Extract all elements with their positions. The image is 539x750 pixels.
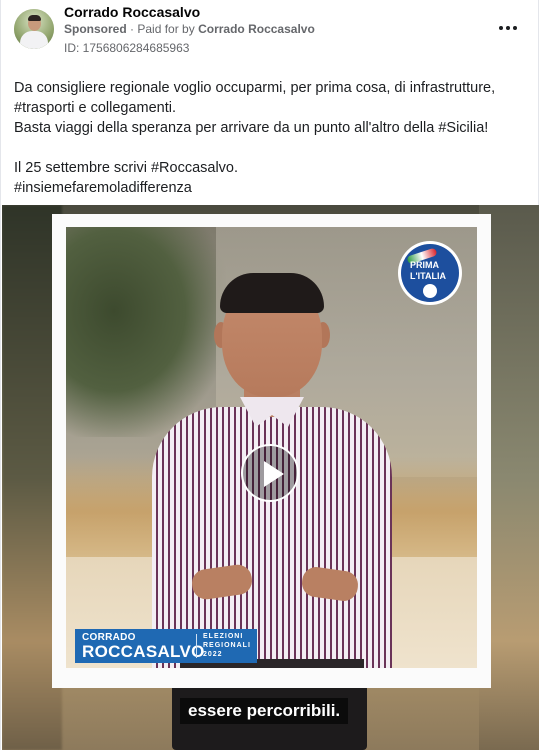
banner-election-text: REGIONALI: [203, 642, 251, 649]
page-avatar[interactable]: [14, 9, 54, 49]
party-logo-text: PRIMA: [410, 260, 439, 270]
post-text: Da consigliere regionale voglio occuparm…: [14, 78, 529, 198]
banner-election-year: 2022: [203, 651, 223, 658]
post-text-line: Il 25 settembre scrivi #Roccasalvo.: [14, 160, 239, 176]
paid-for-by-name[interactable]: Corrado Roccasalvo: [198, 22, 315, 36]
party-logo: PRIMA L'ITALIA: [398, 241, 462, 305]
video-subtitle: essere percorribili.: [180, 698, 349, 724]
sponsored-label: Sponsored: [64, 22, 127, 36]
sponsored-line: Sponsored · Paid for by Corrado Roccasal…: [64, 22, 315, 36]
play-button[interactable]: [241, 444, 299, 502]
post-text-line: Da consigliere regionale voglio occuparm…: [14, 80, 496, 96]
banner-divider: [196, 634, 197, 658]
separator-dot: ·: [130, 22, 135, 36]
video-player[interactable]: PRIMA L'ITALIA CORRADO ROCCASALVO ELEZIO…: [2, 205, 539, 750]
ad-id: ID: 1756806284685963: [64, 41, 190, 55]
more-options-button[interactable]: [495, 18, 521, 38]
play-icon: [264, 461, 284, 487]
more-dot: [513, 26, 517, 30]
candidate-name-banner: CORRADO ROCCASALVO ELEZIONI REGIONALI 20…: [75, 629, 257, 663]
more-horizontal-icon: [499, 26, 503, 30]
page-name-link[interactable]: Corrado Roccasalvo: [64, 4, 200, 20]
speaker-hair: [220, 273, 324, 313]
paid-for-prefix: Paid for by: [137, 22, 195, 36]
party-logo-text: L'ITALIA: [410, 271, 446, 281]
ad-card: Corrado Roccasalvo Sponsored · Paid for …: [0, 0, 539, 750]
banner-last-name: ROCCASALVO: [82, 642, 205, 661]
post-text-line: Basta viaggi della speranza per arrivare…: [14, 120, 489, 136]
post-hashtag-line[interactable]: #insiemefaremoladifferenza: [14, 178, 529, 198]
more-dot: [506, 26, 510, 30]
post-hashtag-line[interactable]: #trasporti e collegamenti.: [14, 98, 529, 118]
banner-election-text: ELEZIONI: [203, 633, 244, 640]
